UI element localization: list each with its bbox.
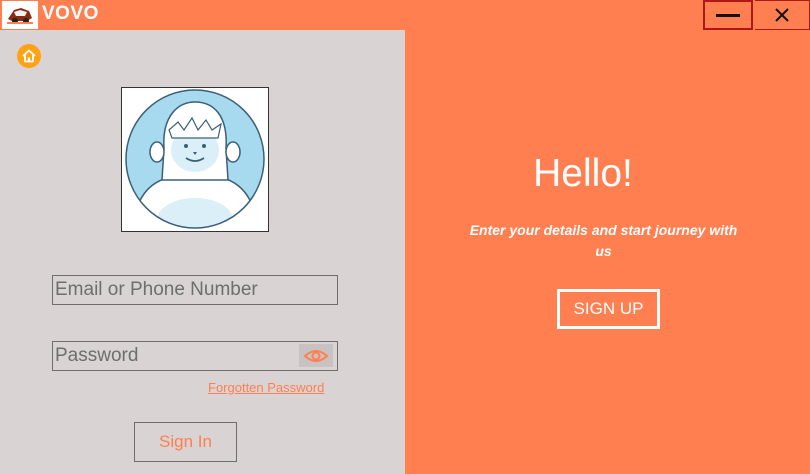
yeti-avatar-icon [125, 89, 265, 229]
close-button[interactable] [755, 0, 810, 30]
user-avatar [121, 87, 269, 232]
home-button[interactable] [17, 44, 41, 68]
welcome-panel: Hello! Enter your details and start jour… [405, 30, 810, 474]
eye-icon [303, 349, 329, 362]
password-input[interactable] [53, 342, 299, 370]
sign-up-button[interactable]: SIGN UP [557, 289, 660, 329]
title-bar: VOVO [0, 0, 810, 30]
home-icon [22, 49, 36, 63]
welcome-subtitle: Enter your details and start journey wit… [469, 222, 738, 259]
login-panel: Forgotten Password Sign In [0, 30, 405, 474]
welcome-heading: Hello! [533, 152, 633, 195]
password-field[interactable] [52, 341, 338, 371]
sign-in-button[interactable]: Sign In [134, 422, 237, 462]
email-input[interactable] [53, 276, 337, 304]
show-password-button[interactable] [299, 344, 333, 367]
forgot-password-link[interactable]: Forgotten Password [208, 380, 324, 395]
minimize-icon [716, 13, 740, 17]
app-logo-icon [2, 1, 38, 29]
email-field[interactable] [52, 275, 338, 305]
close-icon [775, 8, 789, 22]
minimize-button[interactable] [703, 0, 753, 30]
app-title: VOVO [42, 3, 99, 24]
